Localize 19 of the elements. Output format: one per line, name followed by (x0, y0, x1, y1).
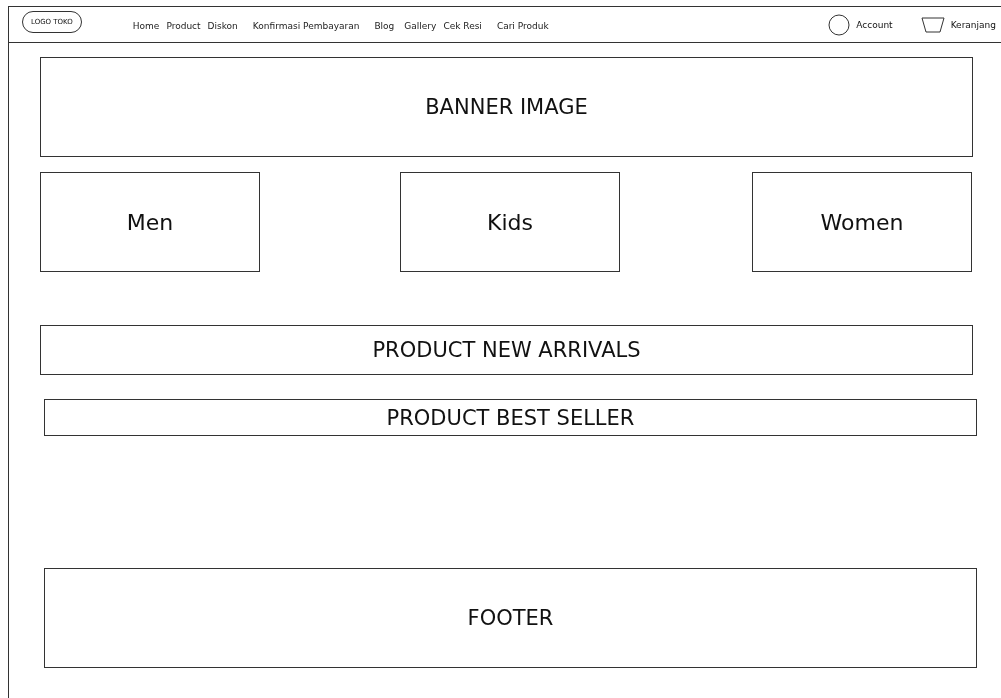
category-card[interactable]: Women (752, 172, 972, 272)
category-card[interactable]: Men (40, 172, 260, 272)
nav-link[interactable]: Blog (374, 21, 395, 31)
section-title: PRODUCT NEW ARRIVALS (372, 338, 641, 362)
account-link[interactable]: Account (856, 19, 893, 30)
account-icon[interactable] (828, 13, 851, 36)
nav-link[interactable]: Cek Resi (443, 21, 482, 31)
nav-link[interactable]: Diskon (207, 21, 238, 31)
footer-label: FOOTER (467, 606, 554, 630)
banner-label: BANNER IMAGE (425, 95, 588, 119)
cart-icon[interactable] (920, 16, 945, 33)
category-card[interactable]: Kids (400, 172, 620, 272)
section-title: PRODUCT BEST SELLER (386, 405, 635, 430)
nav-link[interactable]: Gallery (404, 21, 437, 31)
cart-link[interactable]: Keranjang (950, 19, 996, 30)
nav-link[interactable]: Cari Produk (496, 21, 549, 31)
nav-link[interactable]: Product (166, 21, 201, 31)
nav-link[interactable]: Home (132, 21, 160, 31)
nav-link[interactable]: Konfirmasi Pembayaran (252, 21, 360, 31)
